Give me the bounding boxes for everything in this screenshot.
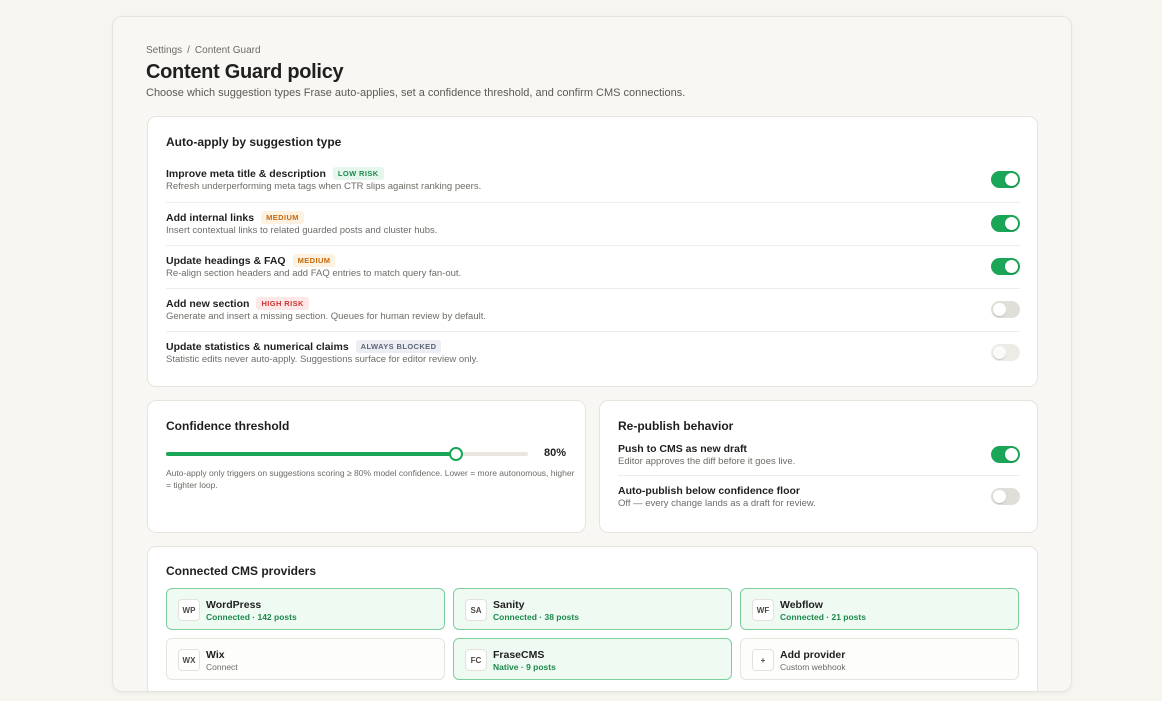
provider-status: Connected · 21 posts: [780, 612, 866, 622]
toggle-statistics: [991, 344, 1020, 361]
breadcrumb: Settings / Content Guard: [146, 45, 261, 56]
rule-row-statistics: Update statistics & numerical claims ALW…: [166, 331, 1020, 374]
republish-label: Auto-publish below confidence floor: [618, 485, 800, 497]
republish-row-draft: Push to CMS as new draft Editor approves…: [618, 435, 1020, 477]
provider-name: Wix: [206, 649, 225, 661]
toggle-push-draft[interactable]: [991, 446, 1020, 463]
breadcrumb-current: Content Guard: [194, 45, 261, 56]
republish-title: Re-publish behavior: [618, 419, 734, 433]
confidence-title: Confidence threshold: [166, 419, 290, 433]
toggle-new-section[interactable]: [991, 301, 1020, 318]
republish-description: Off — every change lands as a draft for …: [618, 498, 816, 509]
provider-name: FraseCMS: [493, 649, 545, 661]
republish-card: Re-publish behavior Push to CMS as new d…: [599, 400, 1038, 533]
slider-thumb[interactable]: [448, 447, 463, 461]
republish-label: Push to CMS as new draft: [618, 443, 747, 455]
confidence-note: Auto-apply only triggers on suggestions …: [166, 468, 575, 490]
provider-card-wordpress[interactable]: WP WordPress Connected · 142 posts: [166, 588, 445, 630]
provider-status: Custom webhook: [780, 662, 846, 672]
wordpress-icon: WP: [178, 599, 200, 621]
plus-icon: +: [752, 649, 774, 671]
provider-card-sanity[interactable]: SA Sanity Connected · 38 posts: [453, 588, 732, 630]
provider-name: WordPress: [206, 599, 262, 611]
risk-badge: MEDIUM: [292, 254, 336, 267]
breadcrumb-settings-link[interactable]: Settings: [146, 45, 182, 56]
risk-badge: LOW RISK: [332, 167, 384, 180]
webflow-icon: WF: [752, 599, 774, 621]
frasecms-icon: FC: [465, 649, 487, 671]
cms-title: Connected CMS providers: [166, 564, 317, 578]
breadcrumb-separator: /: [187, 45, 190, 56]
toggle-meta[interactable]: [991, 171, 1020, 188]
rule-description: Generate and insert a missing section. Q…: [166, 311, 487, 322]
provider-name: Add provider: [780, 649, 846, 661]
toggle-internal-links[interactable]: [991, 215, 1020, 232]
rule-row-internal-links: Add internal links MEDIUM Insert context…: [166, 202, 1020, 245]
settings-panel: Settings / Content Guard Content Guard p…: [112, 16, 1072, 692]
slider-fill: [166, 452, 456, 456]
rule-label: Update headings & FAQ: [166, 254, 286, 267]
rule-description: Insert contextual links to related guard…: [166, 225, 438, 236]
republish-description: Editor approves the diff before it goes …: [618, 456, 796, 467]
toggle-auto-publish[interactable]: [991, 488, 1020, 505]
provider-name: Sanity: [493, 599, 525, 611]
provider-status: Connected · 38 posts: [493, 612, 579, 622]
cms-providers-card: Connected CMS providers WP WordPress Con…: [147, 546, 1038, 691]
provider-status: Connected · 142 posts: [206, 612, 297, 622]
wix-icon: WX: [178, 649, 200, 671]
republish-row-autopublish: Auto-publish below confidence floor Off …: [618, 475, 1020, 517]
page-title: Content Guard policy: [146, 61, 344, 83]
rule-label: Improve meta title & description: [166, 167, 326, 180]
add-provider-button[interactable]: + Add provider Custom webhook: [740, 638, 1019, 680]
risk-badge: MEDIUM: [261, 211, 304, 224]
page-subtitle: Choose which suggestion types Frase auto…: [146, 87, 686, 99]
auto-apply-card: Auto-apply by suggestion type Improve me…: [147, 116, 1038, 387]
rule-description: Refresh underperforming meta tags when C…: [166, 181, 482, 192]
risk-badge: HIGH RISK: [256, 297, 309, 310]
auto-apply-title: Auto-apply by suggestion type: [166, 135, 342, 149]
rule-label: Add internal links: [166, 211, 255, 224]
rule-label: Update statistics & numerical claims: [166, 340, 349, 353]
provider-connect-link[interactable]: Connect: [206, 662, 238, 672]
provider-status: Native · 9 posts: [493, 662, 556, 672]
provider-name: Webflow: [780, 599, 823, 611]
rule-description: Statistic edits never auto-apply. Sugges…: [166, 354, 479, 365]
confidence-slider[interactable]: [166, 447, 528, 461]
toggle-headings-faq[interactable]: [991, 258, 1020, 275]
confidence-card: Confidence threshold 80% Auto-apply only…: [147, 400, 586, 533]
confidence-value: 80%: [544, 447, 567, 459]
rule-label: Add new section: [166, 297, 250, 310]
rule-row-meta: Improve meta title & description LOW RIS…: [166, 159, 1020, 202]
risk-badge: ALWAYS BLOCKED: [355, 340, 442, 353]
sanity-icon: SA: [465, 599, 487, 621]
provider-card-frasecms[interactable]: FC FraseCMS Native · 9 posts: [453, 638, 732, 680]
provider-card-wix[interactable]: WX Wix Connect: [166, 638, 445, 680]
rule-row-headings-faq: Update headings & FAQ MEDIUM Re-align se…: [166, 245, 1020, 288]
rule-row-new-section: Add new section HIGH RISK Generate and i…: [166, 288, 1020, 331]
rule-description: Re-align section headers and add FAQ ent…: [166, 268, 462, 279]
provider-card-webflow[interactable]: WF Webflow Connected · 21 posts: [740, 588, 1019, 630]
